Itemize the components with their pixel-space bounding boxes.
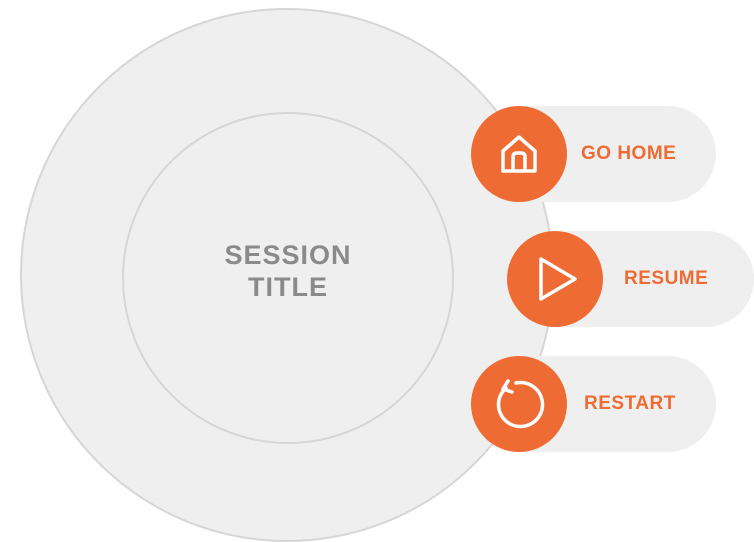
session-title: SESSION TITLE [224, 239, 351, 303]
go-home-icon-button[interactable] [471, 106, 567, 202]
restart-icon-button[interactable] [471, 356, 567, 452]
session-title-line-2: TITLE [247, 272, 328, 302]
restart-label: RESTART [584, 393, 676, 414]
session-inner-circle: SESSION TITLE [122, 112, 454, 444]
restart-icon [496, 379, 545, 429]
session-title-line-1: SESSION [224, 240, 352, 270]
play-icon [539, 257, 577, 301]
go-home-label: GO HOME [581, 143, 677, 164]
home-icon [501, 135, 537, 173]
resume-icon-button[interactable] [507, 231, 603, 327]
resume-label: RESUME [624, 268, 709, 289]
